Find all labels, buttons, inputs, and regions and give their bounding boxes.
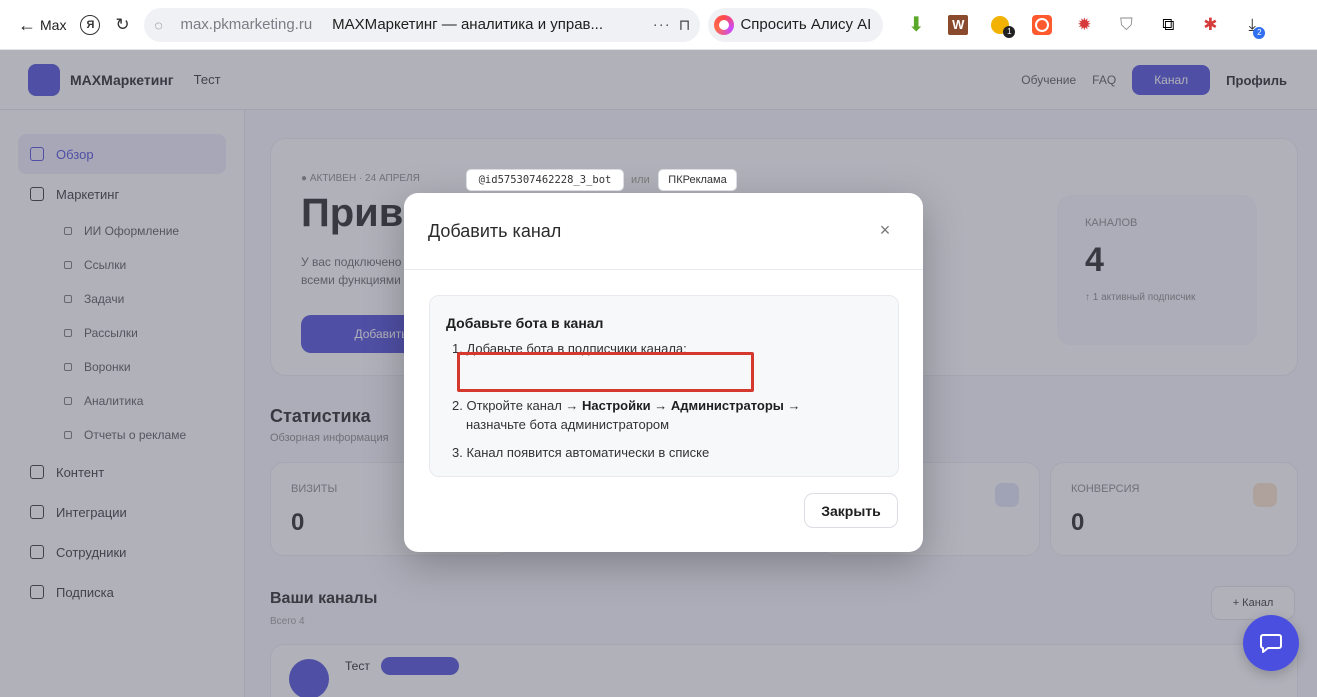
bird-extension-icon[interactable]: ✱ xyxy=(1191,9,1229,41)
more-icon[interactable]: ··· xyxy=(653,16,671,33)
shield-extension-icon[interactable]: ⛉ xyxy=(1107,9,1145,41)
or-text: или xyxy=(631,174,650,186)
ask-alice-label: Спросить Алису AI xyxy=(740,16,872,33)
modal-header: Добавить канал × xyxy=(404,193,923,270)
close-icon[interactable]: × xyxy=(877,220,893,240)
bookmark-icon[interactable]: ⊓ xyxy=(679,16,691,34)
step-2-admins: Администраторы xyxy=(670,398,784,413)
address-bar[interactable]: ◌ max.pkmarketing.ru MAXМаркетинг — анал… xyxy=(144,7,701,42)
url-domain: max.pkmarketing.ru xyxy=(180,16,313,33)
puzzle-extension-icon[interactable]: ⧉ xyxy=(1149,9,1187,41)
coin-badge: 1 xyxy=(1003,25,1016,38)
yandex-icon[interactable]: Я xyxy=(74,9,106,41)
back-button[interactable]: ← Max xyxy=(10,9,74,41)
step-3-text: 3. Канал появится автоматически в списке xyxy=(452,445,710,460)
coin-extension-icon[interactable]: 1 xyxy=(981,9,1019,41)
arrow-left-icon: ← xyxy=(18,14,36,35)
modal-title: Добавить канал xyxy=(428,220,562,241)
step-2-settings: Настройки xyxy=(582,398,651,413)
tab-page-title: MAXМаркетинг — аналитика и управ... xyxy=(332,16,604,33)
back-label: Max xyxy=(40,16,67,33)
alice-icon xyxy=(714,14,735,35)
globe-extension-icon[interactable]: ✹ xyxy=(1065,9,1103,41)
instructions-heading: Добавьте бота в канал xyxy=(446,315,604,331)
reload-icon[interactable]: ↻ xyxy=(106,9,138,41)
step-2-text: 2. Откройте канал → Настройки → Админист… xyxy=(452,396,801,434)
highlight-frame xyxy=(457,352,754,392)
extensions-bar: ⬇ W 1 ✹ ⛉ ⧉ ✱ ⤓ 2 xyxy=(897,9,1271,41)
downloads-icon[interactable]: ⤓ 2 xyxy=(1233,9,1271,41)
browser-toolbar: ← Max Я ↻ ◌ max.pkmarketing.ru MAXМаркет… xyxy=(0,0,1317,50)
download-arrow-extension-icon[interactable]: ⬇ xyxy=(897,9,935,41)
bot-username-chip[interactable]: @id575307462228_3_bot xyxy=(466,169,624,191)
step-2-arrow: → xyxy=(650,398,671,413)
chat-button[interactable] xyxy=(1243,615,1299,671)
shield-icon: ◌ xyxy=(154,16,163,33)
close-button[interactable]: Закрыть xyxy=(804,493,898,528)
step-2-suffix: → xyxy=(783,398,801,413)
step-2-prefix: 2. Откройте канал → xyxy=(452,398,582,413)
step-2-line2: назначьте бота администратором xyxy=(466,417,670,432)
chat-bubble-icon xyxy=(1260,634,1282,653)
ring-extension-icon[interactable] xyxy=(1023,9,1061,41)
downloads-badge: 2 xyxy=(1253,26,1266,39)
bot-name-chip[interactable]: ПКРеклама xyxy=(658,169,737,191)
ask-alice-button[interactable]: Спросить Алису AI xyxy=(708,7,884,42)
w-extension-icon[interactable]: W xyxy=(939,9,977,41)
